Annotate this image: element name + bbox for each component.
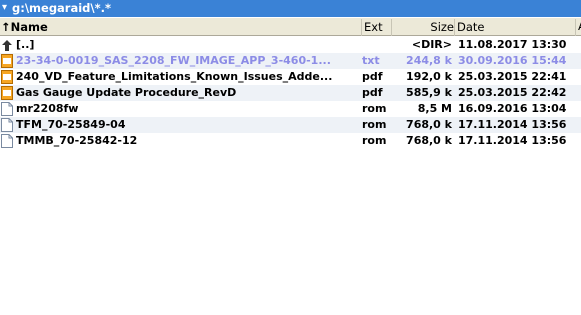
file-row-parent[interactable]: [..] <DIR> 11.08.2017 13:30 xyxy=(0,37,581,53)
file-row[interactable]: Gas Gauge Update Procedure_RevD pdf 585,… xyxy=(0,85,581,101)
file-name: TMMB_70-25842-12 xyxy=(16,134,138,147)
sort-up-arrow-icon: ↑ xyxy=(1,20,11,34)
file-row[interactable]: mr2208fw rom 8,5 M 16.09.2016 13:04 xyxy=(0,101,581,117)
pdf-file-icon xyxy=(1,70,13,84)
column-attr[interactable]: A xyxy=(576,18,581,35)
file-date: 30.09.2016 15:44 xyxy=(458,54,567,67)
file-size: 768,0 k xyxy=(406,134,452,147)
txt-file-icon xyxy=(1,54,13,68)
file-ext: txt xyxy=(362,54,380,67)
file-name: [..] xyxy=(16,38,35,51)
column-size[interactable]: Size xyxy=(392,19,455,36)
file-icon xyxy=(1,134,13,148)
file-ext: pdf xyxy=(362,86,383,99)
file-date: 11.08.2017 13:30 xyxy=(458,38,567,51)
file-size: 585,9 k xyxy=(406,86,452,99)
column-date[interactable]: Date xyxy=(455,19,576,36)
file-ext: rom xyxy=(362,118,387,131)
column-name[interactable]: ↑Name xyxy=(0,19,362,36)
file-size: 768,0 k xyxy=(406,118,452,131)
file-name: mr2208fw xyxy=(16,102,79,115)
file-size: 244,8 k xyxy=(406,54,452,67)
file-date: 17.11.2014 13:56 xyxy=(458,118,567,131)
path-bar[interactable]: ▾ g:\megaraid\*.* xyxy=(0,0,581,17)
file-date: 25.03.2015 22:42 xyxy=(458,86,567,99)
file-ext: rom xyxy=(362,134,387,147)
file-row[interactable]: TMMB_70-25842-12 rom 768,0 k 17.11.2014 … xyxy=(0,133,581,149)
up-arrow-icon xyxy=(2,40,12,51)
file-date: 25.03.2015 22:41 xyxy=(458,70,567,83)
file-name: TFM_70-25849-04 xyxy=(16,118,126,131)
file-row[interactable]: 23-34-0-0019_SAS_2208_FW_IMAGE_APP_3-460… xyxy=(0,53,581,69)
file-icon xyxy=(1,102,13,116)
file-date: 17.11.2014 13:56 xyxy=(458,134,567,147)
file-size: <DIR> xyxy=(411,38,452,51)
file-size: 8,5 M xyxy=(417,102,452,115)
dropdown-arrow-icon[interactable]: ▾ xyxy=(2,2,7,13)
file-ext: rom xyxy=(362,102,387,115)
file-size: 192,0 k xyxy=(406,70,452,83)
file-list: [..] <DIR> 11.08.2017 13:30 23-34-0-0019… xyxy=(0,37,581,149)
file-ext: pdf xyxy=(362,70,383,83)
pdf-file-icon xyxy=(1,86,13,100)
current-path: g:\megaraid\*.* xyxy=(12,1,112,15)
file-icon xyxy=(1,118,13,132)
file-name: 240_VD_Feature_Limitations_Known_Issues_… xyxy=(16,70,333,83)
file-date: 16.09.2016 13:04 xyxy=(458,102,567,115)
column-ext[interactable]: Ext xyxy=(362,19,392,36)
file-row[interactable]: TFM_70-25849-04 rom 768,0 k 17.11.2014 1… xyxy=(0,117,581,133)
file-row[interactable]: 240_VD_Feature_Limitations_Known_Issues_… xyxy=(0,69,581,85)
file-name: Gas Gauge Update Procedure_RevD xyxy=(16,86,237,99)
file-name: 23-34-0-0019_SAS_2208_FW_IMAGE_APP_3-460… xyxy=(16,54,331,67)
column-header: ↑Name Ext Size Date A xyxy=(0,18,581,36)
